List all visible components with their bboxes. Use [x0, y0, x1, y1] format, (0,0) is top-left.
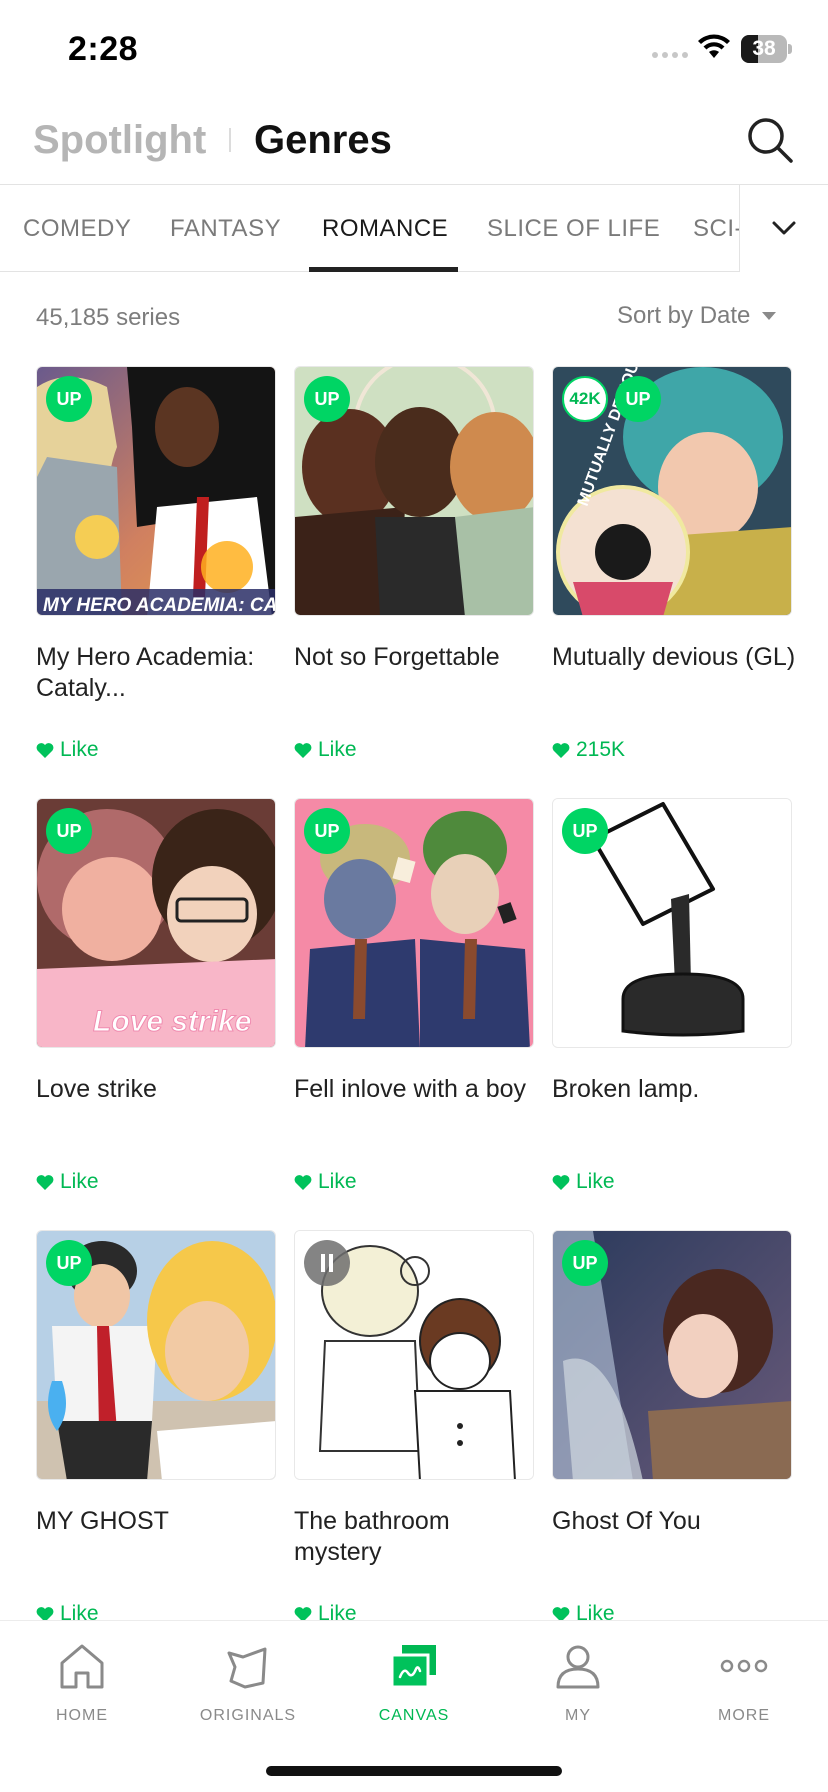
series-thumbnail[interactable]: Love strike UP — [36, 798, 276, 1048]
nav-canvas[interactable]: CANVAS — [344, 1621, 484, 1731]
like-button[interactable]: Like — [294, 1170, 357, 1194]
nav-label: ORIGINALS — [199, 1707, 297, 1724]
heart-icon — [294, 1175, 312, 1190]
battery-icon: 38 — [741, 35, 792, 63]
genre-tab-comedy[interactable]: COMEDY — [23, 185, 131, 272]
series-title[interactable]: Mutually devious (GL) — [552, 642, 802, 673]
heart-icon — [36, 743, 54, 758]
genre-expand-button[interactable] — [739, 185, 828, 272]
wifi-icon — [698, 34, 730, 58]
series-thumbnail[interactable] — [294, 1230, 534, 1480]
up-badge: UP — [304, 808, 350, 854]
series-thumbnail[interactable]: UP — [294, 798, 534, 1048]
nav-home[interactable]: HOME — [12, 1621, 152, 1731]
genre-tab-slice-of-life[interactable]: SLICE OF LIFE — [487, 185, 660, 272]
series-title[interactable]: My Hero Academia: Cataly... — [36, 642, 286, 704]
up-badge: UP — [562, 808, 608, 854]
like-label: Like — [60, 1170, 99, 1193]
home-icon — [60, 1644, 104, 1689]
like-button[interactable]: 215K — [552, 738, 625, 762]
tab-genres[interactable]: Genres — [254, 118, 392, 163]
pause-badge — [304, 1240, 350, 1286]
cellular-signal-icon — [652, 52, 688, 58]
battery-level: 38 — [752, 37, 776, 60]
like-button[interactable]: Like — [294, 738, 357, 762]
like-button[interactable]: Like — [552, 1170, 615, 1194]
search-icon[interactable] — [744, 114, 796, 166]
series-thumbnail[interactable]: MUTUALLY DEVIOUS 42K UP — [552, 366, 792, 616]
genre-tab-fantasy[interactable]: FANTASY — [170, 185, 281, 272]
like-label: Like — [576, 1170, 615, 1193]
up-badge: UP — [615, 376, 661, 422]
series-thumbnail[interactable]: UP — [552, 798, 792, 1048]
genre-tab-sci[interactable]: SCI- — [693, 185, 740, 272]
up-badge: UP — [46, 1240, 92, 1286]
heart-icon — [552, 743, 570, 758]
series-title[interactable]: Not so Forgettable — [294, 642, 544, 673]
nav-label: HOME — [56, 1707, 108, 1724]
status-time: 2:28 — [68, 30, 139, 68]
heart-icon — [294, 743, 312, 758]
like-label: Like — [60, 738, 99, 761]
series-thumbnail[interactable]: UP — [36, 1230, 276, 1480]
series-title[interactable]: MY GHOST — [36, 1506, 286, 1537]
up-badge: UP — [562, 1240, 608, 1286]
nav-more[interactable]: MORE — [674, 1621, 814, 1731]
caret-down-icon — [762, 312, 777, 320]
like-label: Like — [318, 1170, 357, 1193]
thumbnail-caption: MY HERO ACADEMIA: CATALYST — [43, 595, 276, 616]
series-title[interactable]: The bathroom mystery — [294, 1506, 544, 1568]
status-bar: 2:28 38 — [0, 0, 828, 100]
like-button[interactable]: Like — [36, 738, 99, 762]
sort-dropdown[interactable]: Sort by Date — [617, 302, 777, 330]
genre-tab-bar: COMEDY FANTASY ROMANCE SLICE OF LIFE SCI… — [0, 184, 828, 272]
genre-tabs: COMEDY FANTASY ROMANCE SLICE OF LIFE SCI… — [0, 185, 740, 272]
canvas-icon — [390, 1645, 436, 1689]
heart-icon — [552, 1175, 570, 1190]
header-divider — [229, 128, 231, 152]
sort-label: Sort by Date — [617, 302, 751, 329]
up-badge: UP — [46, 376, 92, 422]
top-header: Spotlight Genres — [0, 100, 828, 184]
thumbnail-caption: Love strike — [93, 1005, 251, 1038]
like-count: 215K — [576, 738, 626, 761]
nav-label: MORE — [718, 1707, 770, 1724]
tab-spotlight[interactable]: Spotlight — [33, 118, 206, 163]
series-title[interactable]: Ghost Of You — [552, 1506, 802, 1537]
nav-label: MY — [565, 1707, 591, 1724]
more-dots-icon — [720, 1659, 768, 1673]
pause-icon — [321, 1254, 333, 1272]
series-thumbnail[interactable]: UP — [552, 1230, 792, 1480]
nav-my[interactable]: MY — [508, 1621, 648, 1731]
like-button[interactable]: Like — [36, 1170, 99, 1194]
active-tab-underline — [309, 267, 458, 272]
nav-originals[interactable]: ORIGINALS — [178, 1621, 318, 1731]
series-count: 45,185 series — [36, 304, 181, 331]
originals-icon — [227, 1647, 267, 1689]
nav-label: CANVAS — [378, 1707, 450, 1724]
series-title[interactable]: Broken lamp. — [552, 1074, 802, 1105]
views-badge: 42K — [562, 376, 608, 422]
up-badge: UP — [46, 808, 92, 854]
genre-tab-romance[interactable]: ROMANCE — [322, 185, 448, 272]
series-thumbnail[interactable]: MY HERO ACADEMIA: CATALYST UP — [36, 366, 276, 616]
series-title[interactable]: Fell inlove with a boy — [294, 1074, 544, 1105]
series-title[interactable]: Love strike — [36, 1074, 286, 1105]
series-thumbnail[interactable]: UP — [294, 366, 534, 616]
person-icon — [556, 1645, 600, 1689]
chevron-down-icon — [772, 221, 796, 235]
home-indicator — [266, 1766, 562, 1776]
like-label: Like — [318, 738, 357, 761]
up-badge: UP — [304, 376, 350, 422]
heart-icon — [36, 1175, 54, 1190]
